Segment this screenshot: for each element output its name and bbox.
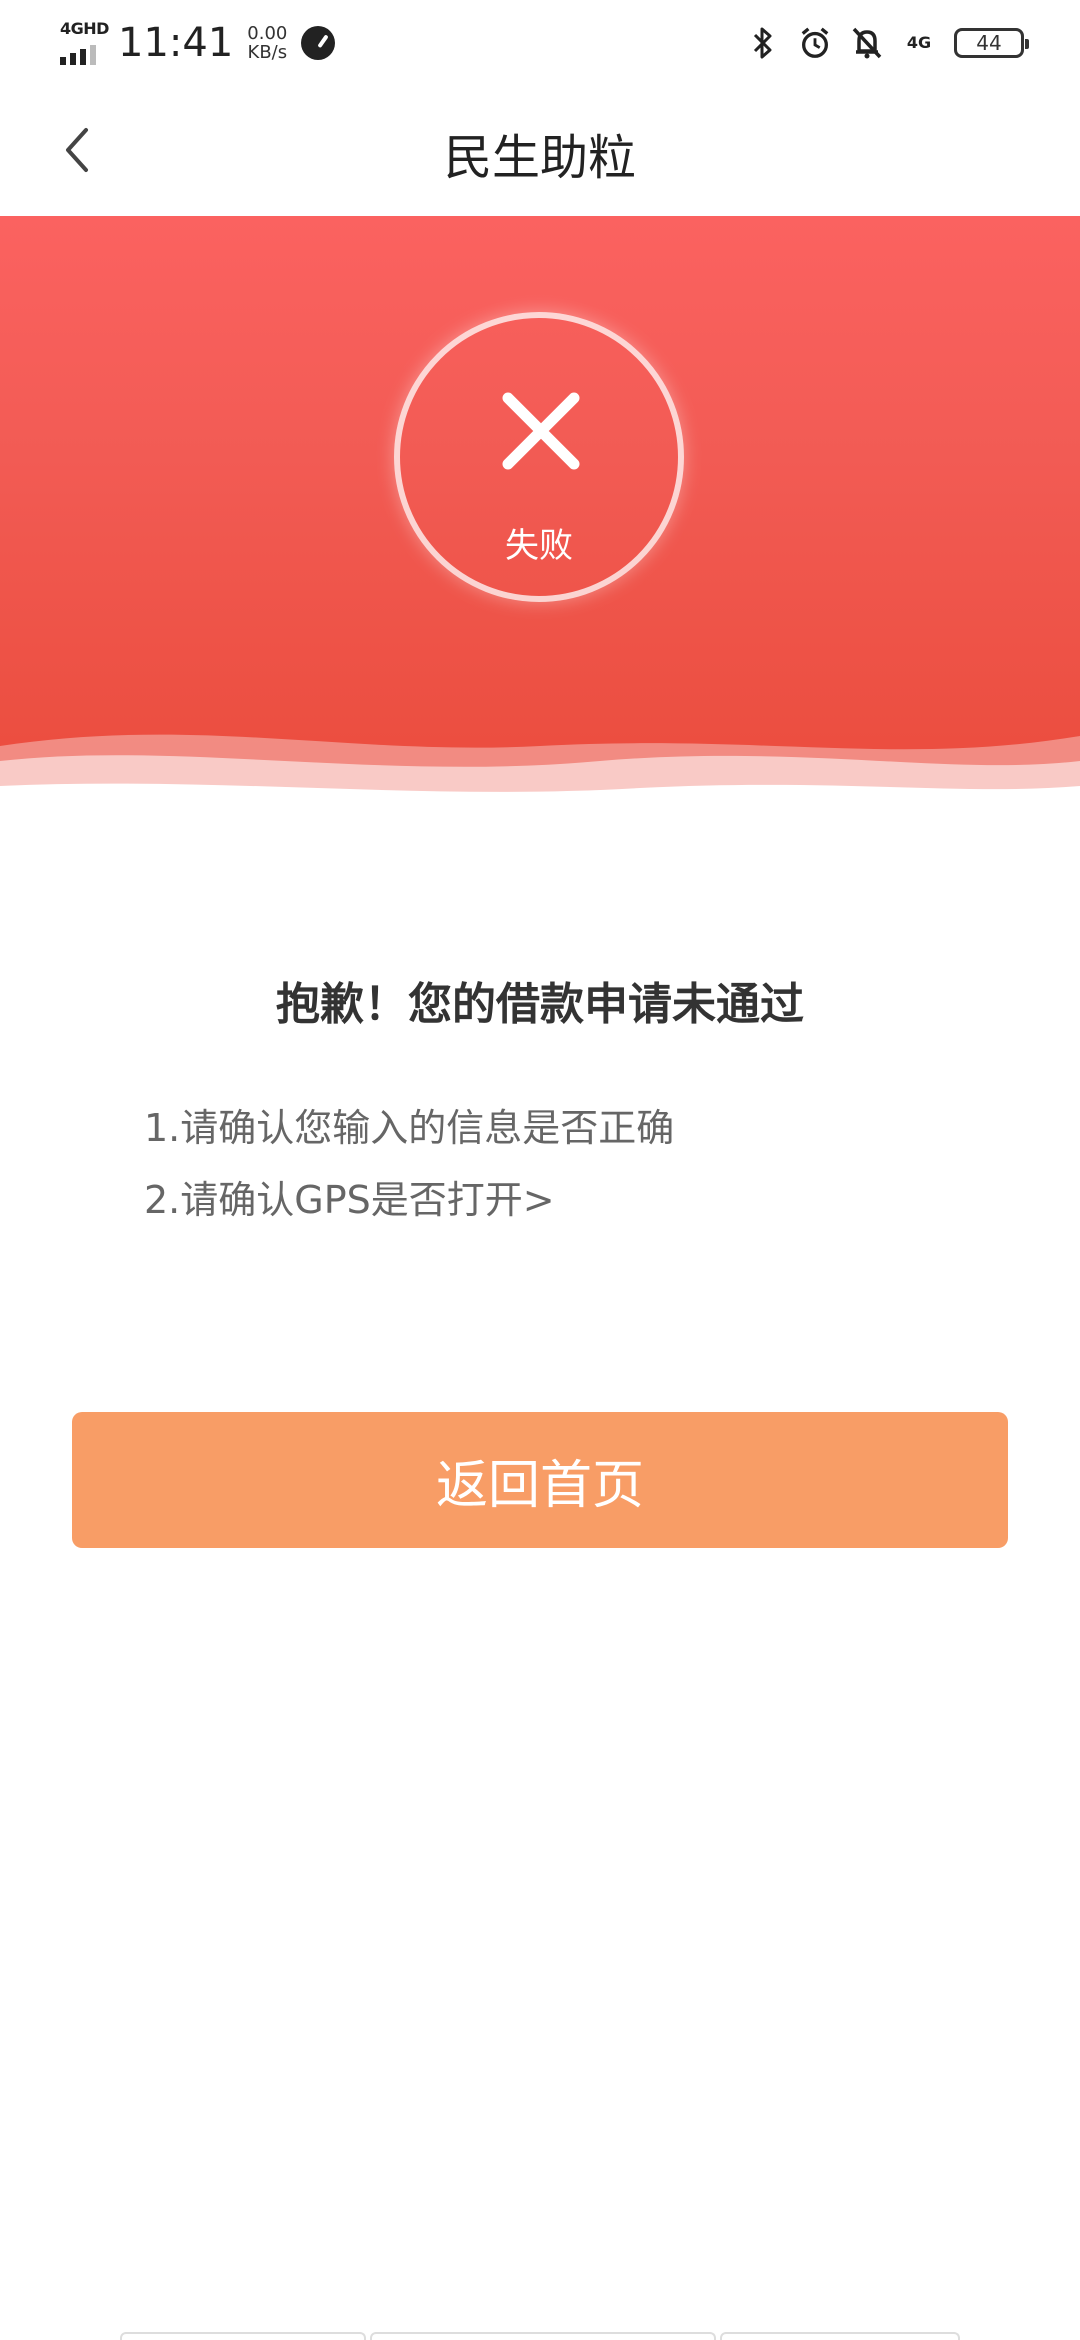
page-title: 民生助粒 xyxy=(443,130,636,186)
alarm-icon xyxy=(798,26,832,60)
result-title: 抱歉！您的借款申请未通过 xyxy=(276,979,804,1030)
speed-value: 0.00 xyxy=(247,23,288,44)
return-home-button[interactable]: 返回首页 xyxy=(72,1412,1008,1548)
status-time: 11:41 xyxy=(118,20,234,66)
speed-unit: KB/s xyxy=(247,42,288,63)
wave-decoration xyxy=(0,734,1080,816)
network-speed: 0.00 KB/s xyxy=(247,24,287,62)
bottom-edge-decoration xyxy=(120,2332,960,2340)
bluetooth-icon xyxy=(746,26,780,60)
speedometer-icon xyxy=(301,26,336,60)
mobile-data-icon: 4G xyxy=(902,26,936,60)
battery-level: 44 xyxy=(976,31,1002,55)
status-label: 失败 xyxy=(505,526,573,566)
nav-bar: 民生助粒 xyxy=(0,84,1080,216)
result-banner: 失败 xyxy=(0,216,1080,816)
network-type-label: 4GHD xyxy=(60,19,109,38)
gps-tip-link[interactable]: 2.请确认GPS是否打开> xyxy=(144,1172,674,1244)
battery-icon: 44 xyxy=(954,28,1029,58)
signal-icon: 4GHD xyxy=(58,19,109,67)
tips-list: 1.请确认您输入的信息是否正确 2.请确认GPS是否打开> xyxy=(144,1100,674,1244)
tip-item: 1.请确认您输入的信息是否正确 xyxy=(144,1106,675,1150)
mute-bell-icon xyxy=(850,26,884,60)
mobile-data-label: 4G xyxy=(906,33,932,52)
status-bar: 4GHD 11:41 0.00 KB/s 4G 44 xyxy=(0,0,1080,84)
status-circle: 失败 xyxy=(394,312,684,602)
close-icon xyxy=(502,392,580,470)
